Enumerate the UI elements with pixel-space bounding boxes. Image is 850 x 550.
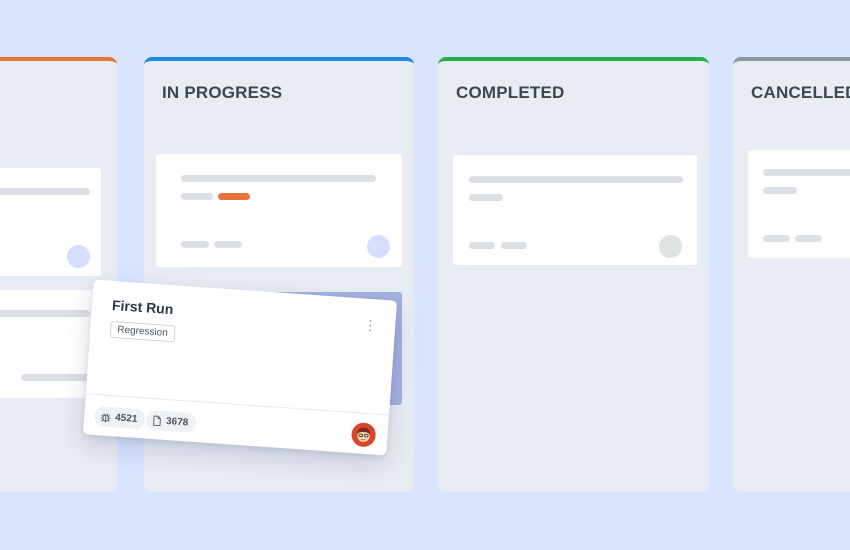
placeholder-card[interactable]	[0, 168, 101, 276]
column-completed: COMPLETED	[438, 57, 709, 492]
avatar-illustration	[351, 422, 376, 447]
file-icon	[153, 415, 161, 426]
placeholder-line	[763, 169, 850, 176]
files-stat: 3678	[145, 409, 197, 434]
card-title: First Run	[111, 296, 174, 318]
placeholder-card[interactable]	[748, 150, 850, 258]
bugs-count: 4521	[114, 411, 138, 425]
placeholder-line	[469, 194, 503, 201]
files-count: 3678	[165, 415, 189, 429]
placeholder-stat	[763, 235, 790, 242]
bugs-stat: 4521	[93, 405, 147, 430]
column-title: COMPLETED	[456, 83, 565, 102]
column-title: IN PROGRESS	[162, 83, 283, 102]
placeholder-tag	[218, 193, 250, 200]
avatar-placeholder	[67, 245, 90, 268]
placeholder-stat	[795, 235, 822, 242]
placeholder-line	[0, 310, 90, 317]
placeholder-line	[469, 176, 683, 183]
placeholder-line	[181, 175, 376, 182]
placeholder-card[interactable]	[156, 154, 402, 267]
placeholder-stat	[501, 242, 527, 249]
card-tag: Regression	[109, 320, 176, 343]
placeholder-line	[0, 188, 90, 195]
user-avatar[interactable]	[350, 421, 377, 448]
placeholder-line	[181, 193, 213, 200]
avatar-placeholder	[659, 235, 682, 258]
column-cancelled: CANCELLED	[733, 57, 850, 492]
placeholder-stat	[469, 242, 495, 249]
bug-icon	[101, 412, 111, 422]
avatar-placeholder	[367, 235, 390, 258]
dragged-card[interactable]: First Run ⋮ Regression 4521 3678	[82, 279, 398, 456]
column-title: CANCELLED	[751, 83, 850, 102]
placeholder-stat	[181, 241, 209, 248]
placeholder-line	[763, 187, 797, 194]
placeholder-card[interactable]	[453, 155, 697, 265]
placeholder-stat	[214, 241, 242, 248]
kebab-menu-icon[interactable]: ⋮	[363, 315, 378, 336]
placeholder-line	[21, 374, 91, 381]
